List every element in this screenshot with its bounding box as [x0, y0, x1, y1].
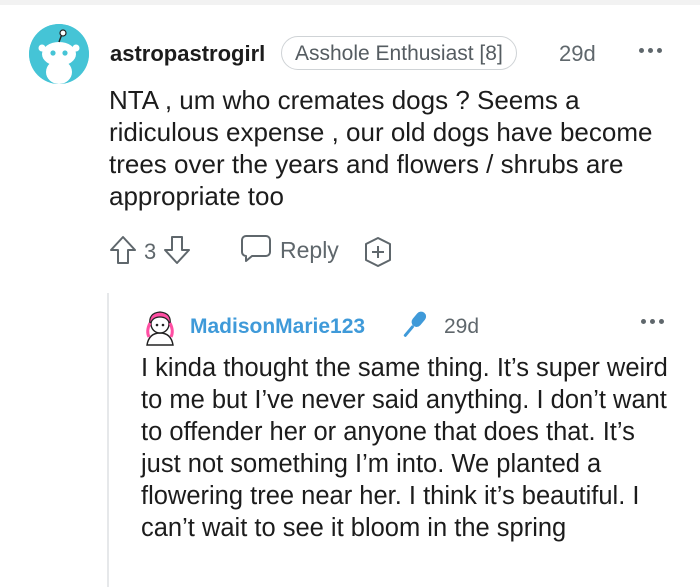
- thread-line[interactable]: [107, 293, 109, 587]
- more-options-icon[interactable]: [641, 319, 664, 324]
- vote-controls: 3: [108, 232, 192, 272]
- reply-label: Reply: [280, 237, 339, 263]
- comment-body: NTA , um who cremates dogs ? Seems a rid…: [109, 85, 653, 211]
- reply-body: I kinda thought the same thing. It’s sup…: [141, 354, 668, 542]
- award-button[interactable]: [361, 235, 395, 274]
- avatar[interactable]: [141, 307, 179, 347]
- downvote-icon[interactable]: [162, 234, 192, 271]
- reply-timestamp: 29d: [444, 315, 480, 338]
- microphone-icon: [397, 308, 431, 347]
- comment-timestamp: 29d: [559, 41, 596, 66]
- custom-avatar-icon: [146, 311, 174, 346]
- award-plus-icon: [365, 237, 391, 267]
- snoo-avatar-icon: [29, 24, 89, 84]
- top-divider: [0, 0, 700, 5]
- user-flair-badge: Asshole Enthusiast [8]: [281, 36, 517, 70]
- more-options-icon[interactable]: [639, 48, 662, 53]
- reply-username[interactable]: MadisonMarie123: [190, 315, 365, 339]
- upvote-icon[interactable]: [108, 234, 138, 271]
- reply-button[interactable]: Reply: [240, 233, 339, 268]
- avatar[interactable]: [29, 24, 89, 84]
- vote-count: 3: [144, 239, 157, 264]
- speech-bubble-icon: [240, 233, 272, 268]
- comment-username[interactable]: astropastrogirl: [110, 41, 265, 67]
